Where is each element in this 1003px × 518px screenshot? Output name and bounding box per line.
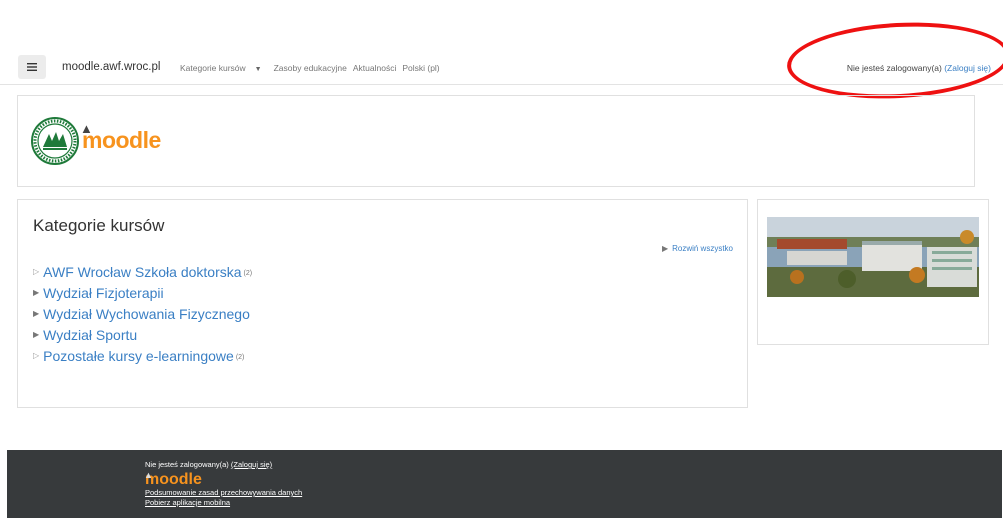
category-item[interactable]: ▶ Wydział Sportu [33, 324, 252, 345]
categories-title: Kategorie kursów [33, 216, 165, 235]
triangle-right-icon: ▶ [661, 244, 669, 253]
page-header: ▲ moodle [17, 95, 975, 187]
category-name: Wydział Wychowania Fizycznego [43, 305, 250, 322]
triangle-right-icon: ▶ [33, 309, 40, 318]
campus-image-block [757, 199, 989, 345]
expand-all-link[interactable]: ▶ Rozwiń wszystko [662, 244, 733, 253]
hamburger-icon [27, 63, 37, 71]
hamburger-menu-button[interactable] [18, 55, 46, 79]
login-status-text: Nie jesteś zalogowany(a) [846, 63, 942, 73]
language-menu[interactable]: Polski (pl) [402, 63, 439, 73]
category-count: (2) [235, 354, 245, 361]
login-info: Nie jesteś zalogowany(a) (Zaloguj się) [847, 63, 991, 73]
nav-categories-dropdown[interactable]: Kategorie kursów ▼ [180, 63, 268, 73]
moodle-logo-text: moodle [82, 127, 161, 153]
expand-all-label: Rozwiń wszystko [672, 244, 733, 253]
mortarboard-icon: ▲ [144, 470, 153, 480]
triangle-right-icon: ▷ [33, 267, 40, 276]
category-name: Wydział Sportu [43, 326, 138, 343]
triangle-right-icon: ▶ [33, 330, 40, 339]
category-name: AWF Wrocław Szkoła doktorska [43, 263, 242, 280]
course-categories-block: Kategorie kursów ▶ Rozwiń wszystko ▷ AWF W… [17, 199, 748, 408]
moodle-logo: ▲ moodle [80, 121, 161, 154]
footer-logo-text: moodle [145, 471, 202, 488]
login-link[interactable]: (Zaloguj się) [944, 63, 991, 73]
triangle-right-icon: ▶ [33, 288, 40, 297]
nav-resources-link[interactable]: Zasoby edukacyjne [274, 63, 347, 73]
category-list: ▷ AWF Wrocław Szkoła doktorska (2) ▶ Wydzia… [33, 261, 252, 366]
site-brand-link[interactable]: moodle.awf.wroc.pl [62, 61, 160, 73]
footer-content: Nie jesteś zalogowany(a) (Zaloguj się) ▲… [144, 460, 302, 508]
category-name: Pozostałe kursy e-learningowe [43, 347, 234, 364]
category-item[interactable]: ▷ AWF Wrocław Szkoła doktorska (2) [33, 261, 252, 282]
campus-photo [767, 217, 979, 297]
page-footer: Nie jesteś zalogowany(a) (Zaloguj się) ▲… [7, 450, 1002, 518]
category-name: Wydział Fizjoterapii [43, 284, 164, 301]
navbar: moodle.awf.wroc.pl Kategorie kursów ▼ Zas… [0, 52, 1003, 85]
footer-login-link[interactable]: (Zaloguj się) [231, 460, 272, 469]
footer-login-status: Nie jesteś zalogowany(a) [145, 460, 229, 469]
mortarboard-icon: ▲ [80, 121, 93, 136]
footer-moodle-logo[interactable]: ▲ moodle [144, 470, 302, 488]
category-count: (2) [243, 270, 253, 277]
category-item[interactable]: ▶ Wydział Fizjoterapii [33, 282, 252, 303]
footer-login-info: Nie jesteś zalogowany(a) (Zaloguj się) [145, 460, 302, 470]
triangle-right-icon: ▷ [33, 351, 40, 360]
category-item[interactable]: ▷ Pozostałe kursy e-learningowe (2) [33, 345, 252, 366]
nav-news-link[interactable]: Aktualności [353, 63, 396, 73]
nav-categories-label: Kategorie kursów [180, 63, 246, 73]
caret-down-icon: ▼ [254, 66, 262, 73]
primary-nav: Kategorie kursów ▼ Zasoby edukacyjne Aktu… [180, 63, 446, 73]
mobile-app-link[interactable]: Pobierz aplikacje mobilna [145, 498, 302, 508]
category-item[interactable]: ▶ Wydział Wychowania Fizycznego [33, 303, 252, 324]
data-retention-link[interactable]: Podsumowanie zasad przechowywania danych [145, 488, 302, 498]
awf-logo-icon [31, 117, 79, 165]
